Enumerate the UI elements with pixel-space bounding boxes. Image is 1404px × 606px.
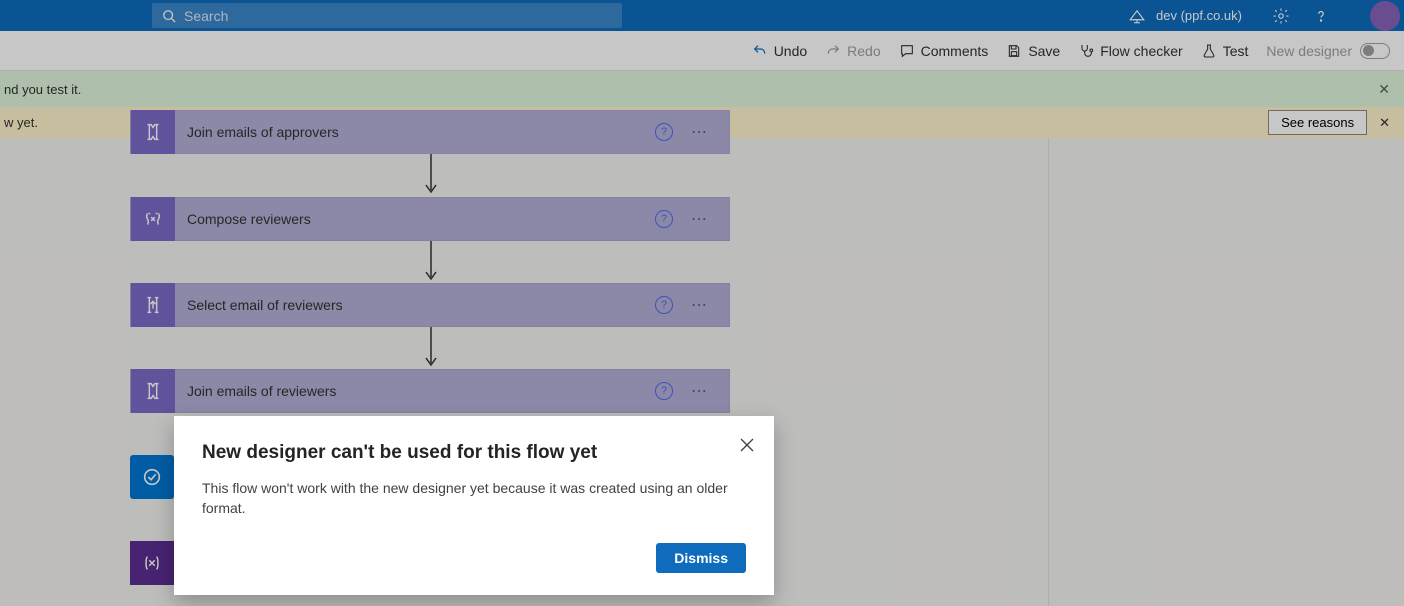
new-designer-dialog: New designer can't be used for this flow… (174, 416, 774, 595)
close-icon[interactable] (740, 438, 754, 457)
dialog-title: New designer can't be used for this flow… (202, 442, 746, 464)
dismiss-button[interactable]: Dismiss (656, 543, 746, 573)
dialog-body: This flow won't work with the new design… (202, 478, 746, 519)
